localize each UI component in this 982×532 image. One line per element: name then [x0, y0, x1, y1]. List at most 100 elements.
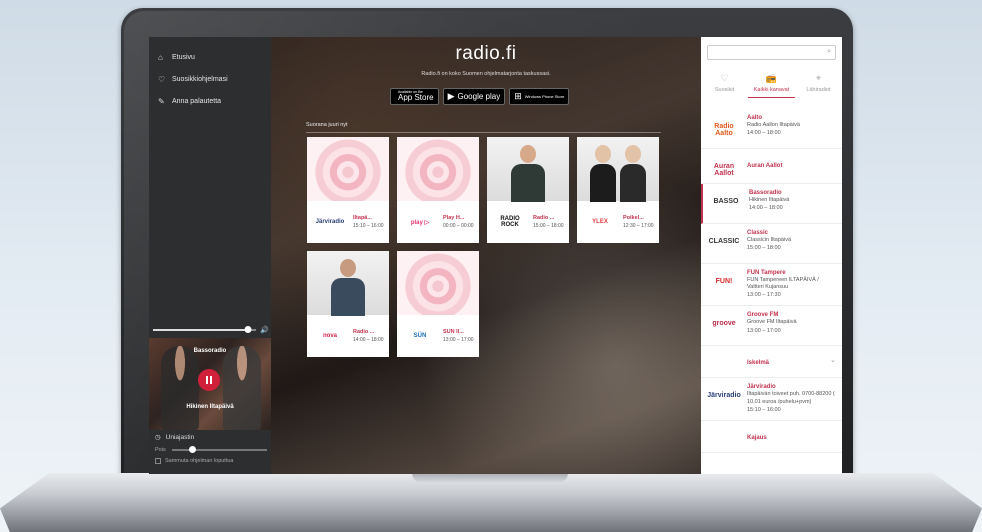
- sidebar-item[interactable]: ⌂ Etusivu: [149, 46, 271, 68]
- sidebar-item[interactable]: ✎ Anna palautetta: [149, 90, 271, 112]
- site-logo[interactable]: radio.fi: [271, 43, 701, 65]
- channel-item[interactable]: groove Groove FM Groove FM Iltapäivä 13:00 …: [701, 306, 842, 347]
- station-card-image: [307, 251, 389, 316]
- station-card-info: YLEX Poikel... 12:30 – 17:00: [577, 201, 659, 243]
- host-body: [331, 278, 365, 316]
- station-card[interactable]: play ▷ Play H... 00:00 – 00:00: [397, 137, 479, 243]
- channel-program: Iltapäivän toiveet puh. 0700-88200 ( 10,…: [747, 391, 835, 405]
- sidebar-item[interactable]: ♡ Suosikkiohjelmasi: [149, 68, 271, 90]
- sidebar-item-label: Suosikkiohjelmasi: [172, 75, 228, 83]
- channel-item[interactable]: BASSO Bassoradio Hikinen Iltapäivä 14:00 – …: [701, 184, 842, 224]
- station-logo: play ▷: [410, 219, 430, 226]
- chevron-down-icon[interactable]: ⌄: [830, 352, 836, 364]
- channel-item[interactable]: Iskelmä ⌄: [701, 346, 842, 379]
- pause-button[interactable]: [198, 369, 220, 391]
- program-time: 15:00 – 18:00: [533, 222, 564, 229]
- channel-logo: groove: [712, 320, 736, 328]
- store-badge[interactable]: ⊞ Windows Phone Store: [509, 88, 570, 105]
- station-card[interactable]: SÜN SUN II... 13:00 – 17:00: [397, 251, 479, 357]
- host-photo: [331, 259, 365, 316]
- station-card[interactable]: RADIO ROCK Radio ... 15:00 – 18:00: [487, 137, 569, 243]
- channel-item[interactable]: Radio Aalto Aalto Radio Aallon Iltapäivä 14…: [701, 109, 842, 149]
- program-name: Poikel...: [623, 214, 644, 221]
- channel-name: Aalto: [747, 115, 762, 121]
- host-body: [511, 164, 545, 202]
- station-logo: SÜN: [413, 333, 427, 339]
- heart-icon: ♡: [720, 73, 729, 83]
- station-card[interactable]: nova Radio ... 14:00 – 18:00: [307, 251, 389, 357]
- program-time: 00:00 – 00:00: [443, 222, 474, 229]
- tab-heart[interactable]: ♡ Suosikit: [701, 73, 748, 98]
- sidebar-item-label: Anna palautetta: [172, 97, 222, 105]
- station-logo: RADIO ROCK: [500, 216, 520, 228]
- channel-logo: BASSO: [713, 198, 739, 205]
- station-card[interactable]: Järviradio Iltapä... 15:10 – 16:00: [307, 137, 389, 243]
- channel-time: 14:00 – 18:00: [747, 130, 781, 137]
- channel-program: Hikinen Iltapäivä: [749, 197, 790, 203]
- timer-checkbox[interactable]: [155, 458, 161, 464]
- program-time: 14:00 – 18:00: [353, 336, 384, 343]
- main-content: radio.fi Radio.fi on koko Suomen ohjelma…: [271, 37, 701, 474]
- channel-item[interactable]: Auran Aallot Auran Aallot: [701, 149, 842, 184]
- store-badge-label: Google play: [457, 91, 501, 101]
- host-photo: [511, 145, 545, 202]
- tagline: Radio.fi on koko Suomen ohjelmatarjonta …: [421, 71, 551, 77]
- channel-name: Iskelmä: [747, 360, 770, 367]
- timer-slider-row: Pois: [155, 446, 267, 453]
- channel-text: Classic Classicin Iltapäivä 15:00 – 18:00: [743, 230, 836, 252]
- volume-knob[interactable]: [244, 326, 252, 333]
- channel-time: 14:00 – 18:00: [749, 205, 783, 212]
- radio-icon: 📻: [765, 73, 778, 83]
- station-card[interactable]: YLEX Poikel... 12:30 – 17:00: [577, 137, 659, 243]
- tab-location[interactable]: ⌖ Lähiradiot: [795, 73, 842, 98]
- channel-time: 13:00 – 17:30: [747, 292, 781, 299]
- station-card-text: Iltapä... 15:10 – 16:00: [353, 215, 385, 230]
- timer-checkbox-row[interactable]: Sammuta ohjelman loputtua: [155, 458, 267, 464]
- channel-program: Radio Aallon Iltapäivä: [747, 122, 800, 128]
- store-badge[interactable]: Available on the App Store: [390, 88, 439, 105]
- channel-logo: FUN!: [715, 278, 733, 285]
- channel-logo: Järviradio: [707, 392, 741, 400]
- laptop-notch: [412, 473, 568, 483]
- search-input[interactable]: ⌕: [707, 45, 836, 60]
- channel-logo: Auran Aallot: [713, 163, 735, 177]
- speaker-icon[interactable]: 🔊: [260, 326, 269, 334]
- store-badges: Available on the App Store ▶ Google play ⊞ Wi…: [390, 88, 570, 105]
- channel-name: Järviradio: [747, 384, 776, 391]
- channel-text: FUN Tampere FUN Tampereen ILTAPÄIVÄ / Val…: [743, 270, 836, 299]
- tab-label: Suosikit: [714, 87, 735, 93]
- clock-icon: ◷: [155, 434, 161, 441]
- channel-item[interactable]: CLASSIC Classic Classicin Iltapäivä 15:00 –…: [701, 224, 842, 264]
- timer-value: Pois: [155, 447, 166, 453]
- station-card-image: [307, 137, 389, 201]
- channel-text: Aalto Radio Aallon Iltapäivä 14:00 – 18:00: [743, 115, 836, 137]
- station-card-text: SUN II... 13:00 – 17:00: [443, 329, 475, 344]
- host-head: [625, 145, 641, 163]
- program-time: 13:00 – 17:00: [443, 336, 474, 343]
- timer-knob[interactable]: [188, 446, 196, 453]
- channel-item[interactable]: Järviradio Järviradio Iltapäivän toiveet p…: [701, 378, 842, 421]
- station-card-info: RADIO ROCK Radio ... 15:00 – 18:00: [487, 201, 569, 243]
- tab-label: Kaikki kanavat: [753, 87, 790, 93]
- channel-item[interactable]: Kajaus: [701, 421, 842, 453]
- timer-slider[interactable]: [171, 446, 267, 453]
- search-icon[interactable]: ⌕: [827, 48, 831, 56]
- channel-program: Classicin Iltapäivä: [747, 237, 792, 243]
- channel-text: Iskelmä: [743, 352, 830, 366]
- laptop-screen: ⌂ Etusivu ♡ Suosikkiohjelmasi ✎ Anna palautet…: [149, 37, 842, 474]
- tab-radio[interactable]: 📻 Kaikki kanavat: [748, 73, 795, 98]
- program-name: Play H...: [443, 214, 465, 221]
- volume-slider[interactable]: [153, 326, 257, 333]
- program-name: SUN II...: [443, 328, 464, 335]
- channel-name: Classic: [747, 230, 769, 236]
- volume-control[interactable]: 🔊: [153, 325, 269, 335]
- channel-tabs: ♡ Suosikit 📻 Kaikki kanavat ⌖ Lähiradiot: [701, 73, 842, 98]
- channel-text: Groove FM Groove FM Iltapäivä 13:00 – 17:0…: [743, 312, 836, 334]
- host-head: [520, 145, 536, 163]
- store-badge[interactable]: ▶ Google play: [442, 88, 506, 105]
- channel-item[interactable]: FUN! FUN Tampere FUN Tampereen ILTAPÄIVÄ /…: [701, 264, 842, 307]
- timer-title: ◷ Uniajastin: [155, 433, 267, 442]
- channel-time: 13:00 – 17:00: [747, 327, 781, 334]
- host-person: [620, 145, 646, 202]
- station-card-text: Radio ... 15:00 – 18:00: [533, 215, 565, 230]
